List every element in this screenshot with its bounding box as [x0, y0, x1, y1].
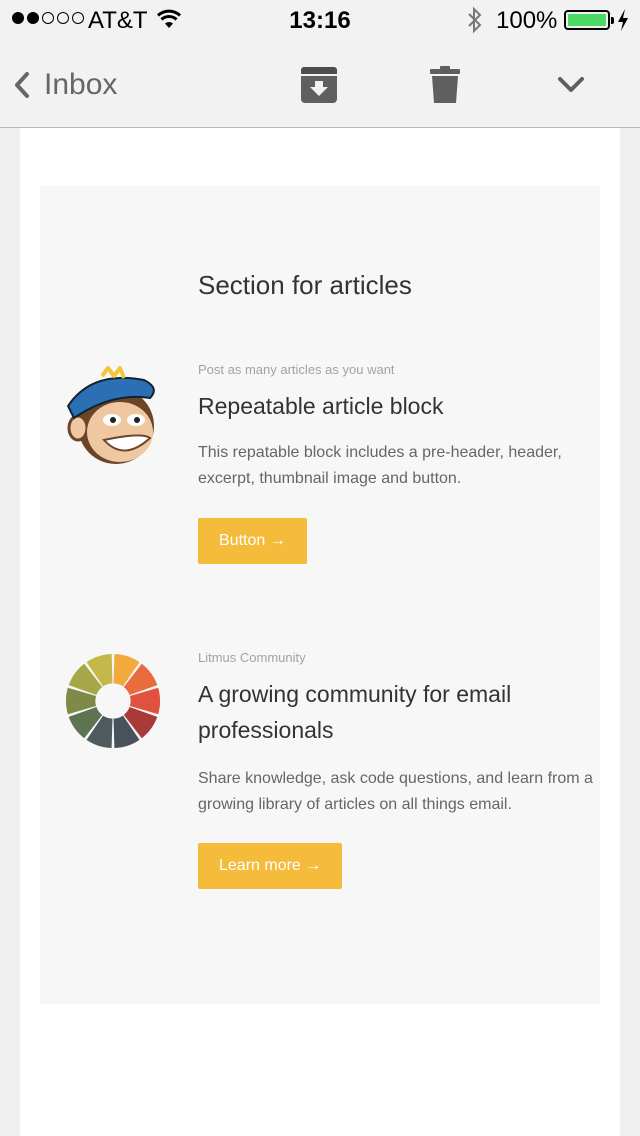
back-to-inbox-button[interactable]: Inbox [14, 68, 117, 102]
article-excerpt: This repatable block includes a pre-head… [198, 444, 562, 487]
articles-section: Section for articles Post as many articl… [40, 186, 600, 1004]
back-label: Inbox [44, 68, 118, 101]
article-excerpt: Share knowledge, ask code questions, and… [198, 770, 593, 813]
article-title: Repeatable article block [198, 393, 444, 419]
bluetooth-icon [468, 6, 482, 34]
article-button[interactable]: Button → [198, 518, 307, 564]
mailchimp-monkey-icon [66, 366, 155, 464]
mail-toolbar: Inbox [0, 40, 640, 128]
litmus-color-wheel-icon [65, 653, 161, 749]
article-title: A growing community for email profession… [198, 681, 512, 743]
learn-more-button[interactable]: Learn more → [198, 843, 343, 889]
chevron-left-icon [15, 72, 29, 98]
article-preheader: Litmus Community [198, 650, 306, 665]
battery-icon [564, 10, 614, 30]
status-bar: AT&T 13:16 100% [0, 0, 640, 40]
archive-icon[interactable] [300, 66, 338, 104]
email-body: Section for articles Post as many articl… [20, 128, 620, 1136]
battery-percentage: 100% [496, 7, 558, 34]
section-title: Section for articles [198, 270, 412, 300]
charging-icon [618, 9, 628, 31]
trash-icon[interactable] [430, 66, 460, 104]
article-preheader: Post as many articles as you want [198, 362, 395, 377]
chevron-down-icon[interactable] [557, 76, 585, 94]
